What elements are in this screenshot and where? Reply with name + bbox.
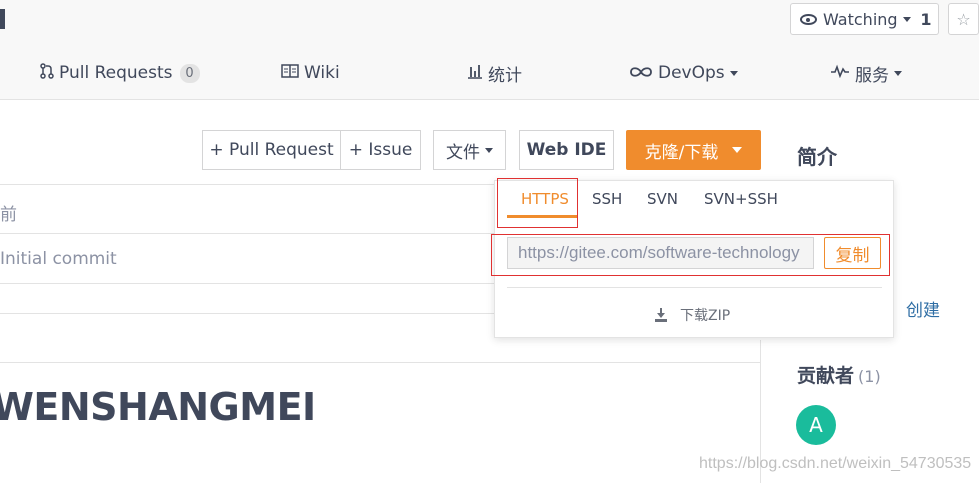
table-divider	[0, 362, 760, 363]
chevron-down-icon	[729, 70, 738, 76]
tab-label: Wiki	[304, 63, 340, 83]
chevron-down-icon	[902, 16, 911, 22]
contributors-count: (1)	[858, 367, 881, 386]
download-zip-label: 下载ZIP	[680, 308, 731, 324]
tab-ssh[interactable]: SSH	[592, 190, 622, 216]
watch-button[interactable]: Watching	[790, 3, 915, 35]
tab-svn-ssh[interactable]: SVN+SSH	[704, 190, 778, 216]
pull-request-icon	[40, 63, 54, 83]
clone-download-button[interactable]: 克隆/下载	[626, 130, 761, 170]
web-ide-button[interactable]: Web IDE	[519, 130, 614, 170]
tab-wiki[interactable]: Wiki	[281, 58, 340, 88]
intro-heading: 简介	[797, 145, 837, 169]
infinity-icon	[629, 64, 653, 82]
commit-message-link[interactable]: Initial commit	[0, 249, 117, 269]
tab-label: 统计	[488, 65, 522, 86]
https-highlight-box	[497, 178, 578, 228]
download-zip-link[interactable]: 下载ZIP	[654, 305, 730, 325]
readme-title: WENSHANGMEI	[0, 385, 316, 429]
tab-pull-requests[interactable]: Pull Requests 0	[40, 58, 200, 88]
pulse-icon	[830, 64, 850, 82]
tab-label: DevOps	[658, 63, 725, 83]
star-button[interactable]: ☆	[948, 3, 979, 35]
dropdown-divider	[507, 287, 882, 288]
tab-label: 服务	[855, 65, 889, 86]
clone-download-label: 克隆/下载	[644, 142, 719, 163]
chevron-down-icon	[485, 147, 493, 153]
chevron-down-icon	[894, 70, 902, 76]
watch-count[interactable]: 1	[914, 3, 939, 35]
new-pull-request-button[interactable]: + Pull Request	[202, 130, 341, 170]
chevron-down-icon	[732, 147, 743, 153]
pull-request-count-badge: 0	[179, 63, 200, 83]
watermark: https://blog.csdn.net/weixin_54730535	[699, 455, 972, 472]
contributors-heading: 贡献者 (1)	[797, 361, 881, 388]
create-link[interactable]: 创建	[906, 296, 940, 321]
star-icon: ☆	[956, 9, 971, 29]
eye-icon	[800, 13, 817, 25]
url-highlight-box	[491, 234, 890, 276]
bar-chart-icon	[467, 64, 483, 83]
watch-label: Watching	[823, 9, 898, 29]
tab-devops[interactable]: DevOps	[629, 58, 738, 88]
new-issue-button[interactable]: + Issue	[340, 130, 421, 170]
download-icon	[654, 308, 668, 322]
tab-services[interactable]: 服务	[830, 58, 902, 88]
tab-label: Pull Requests	[59, 63, 173, 83]
book-icon	[281, 64, 299, 82]
avatar[interactable]: A	[796, 405, 836, 445]
contributors-label: 贡献者	[797, 365, 855, 387]
tab-svn[interactable]: SVN	[647, 190, 678, 216]
repo-title-fragment	[0, 9, 5, 29]
file-menu-button[interactable]: 文件	[433, 130, 506, 170]
file-menu-label: 文件	[446, 142, 480, 163]
tab-stats[interactable]: 统计	[467, 58, 522, 88]
last-commit-time: 前	[0, 205, 17, 225]
